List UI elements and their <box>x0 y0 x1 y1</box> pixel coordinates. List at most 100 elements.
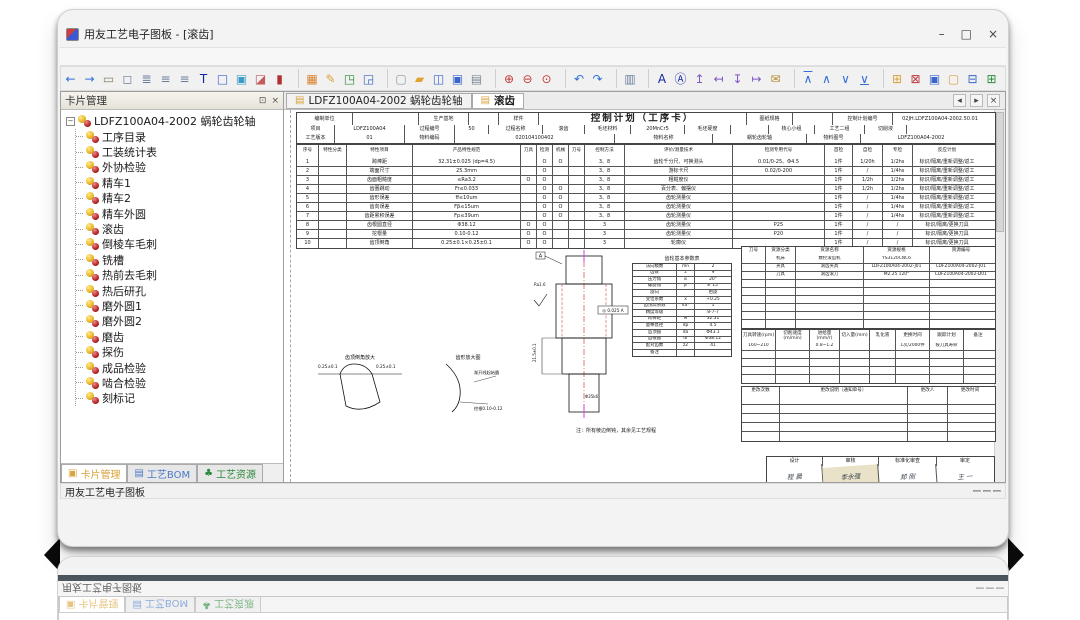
close-button[interactable]: × <box>988 27 998 41</box>
cell <box>319 230 347 238</box>
cell: 01 <box>335 134 405 143</box>
cell-icon[interactable]: □ <box>213 69 232 88</box>
insert-page-icon[interactable]: ▣ <box>925 69 944 88</box>
document-tab[interactable]: ▤ LDFZ100A04-2002 蜗轮齿轮轴 <box>286 93 472 109</box>
menu-item[interactable] <box>158 56 172 58</box>
menu-item[interactable] <box>60 56 74 58</box>
table-icon[interactable]: ▦ <box>298 69 321 88</box>
tree-item[interactable]: 磨外圆1 <box>76 298 283 313</box>
move-last-icon[interactable]: ∨ <box>855 69 874 88</box>
align-bottom-icon[interactable]: ≡ <box>175 69 194 88</box>
zoom-extents-icon[interactable]: ⊙ <box>537 69 556 88</box>
add-card-icon[interactable]: ⊞ <box>883 69 906 88</box>
tab-scroll-left-icon[interactable]: ◂ <box>953 94 966 107</box>
panel-close-icon[interactable]: × <box>271 96 279 106</box>
tree-item[interactable]: 热前去毛刺 <box>76 268 283 283</box>
eraser-icon[interactable]: ◪ <box>251 69 270 88</box>
tab-close-icon[interactable]: × <box>987 94 1000 107</box>
tree-item[interactable]: 倒棱车毛刺 <box>76 237 283 252</box>
text-align-bottom-icon[interactable]: ↧ <box>728 69 747 88</box>
tree-item[interactable]: 磨齿 <box>76 329 283 344</box>
zoom-in-icon[interactable]: ⊕ <box>495 69 518 88</box>
tree-item[interactable]: 精车2 <box>76 191 283 206</box>
zoom-out-icon[interactable]: ⊖ <box>518 69 537 88</box>
pin-icon[interactable]: ⊡ <box>259 96 267 106</box>
menu-item[interactable] <box>130 56 144 58</box>
tree-item[interactable]: 探伤 <box>76 344 283 359</box>
delete-page-icon[interactable]: ▢ <box>944 69 963 88</box>
text-icon[interactable]: T <box>194 69 213 88</box>
menu-item[interactable] <box>116 56 130 58</box>
tree-item[interactable]: 精车1 <box>76 175 283 190</box>
save-icon[interactable]: ◫ <box>429 69 448 88</box>
cell: 更改人 <box>908 387 948 396</box>
tree-root[interactable]: − LDFZ100A04-2002 蜗轮齿轮轴 <box>66 113 283 129</box>
font-icon[interactable]: A <box>648 69 671 88</box>
import-image-icon[interactable]: ◳ <box>340 69 359 88</box>
undo-icon[interactable]: ↶ <box>565 69 588 88</box>
cell <box>864 280 930 287</box>
document-tab[interactable]: ▤ 滚齿 <box>472 93 524 109</box>
zoom-window-icon[interactable]: ◻ <box>118 69 137 88</box>
tree-item[interactable]: 热后研孔 <box>76 283 283 298</box>
card-browse-icon[interactable]: ▥ <box>616 69 639 88</box>
tree-item[interactable]: 刻标记 <box>76 391 283 406</box>
delete-row-icon[interactable]: ⊟ <box>1001 69 1006 88</box>
align-top-icon[interactable]: ≣ <box>137 69 156 88</box>
menu-item[interactable] <box>144 56 158 58</box>
export-image-icon[interactable]: ◲ <box>359 69 378 88</box>
tree-item[interactable]: 滚齿 <box>76 221 283 236</box>
align-middle-icon[interactable]: ≡ <box>156 69 175 88</box>
tree-item[interactable]: 磨外圆2 <box>76 314 283 329</box>
tree-item[interactable]: 成品检验 <box>76 360 283 375</box>
collapse-icon[interactable]: − <box>66 117 75 126</box>
drawing-canvas[interactable]: 编制单位生产基地样件控制计划（工序卡）图纸规格控制计划编号02JH.LDFZ10… <box>284 110 1005 482</box>
panel-tab[interactable]: ▣ 卡片管理 <box>61 464 127 482</box>
move-down-icon[interactable]: ∨ <box>836 69 855 88</box>
panel-tab[interactable]: ▤ 工艺BOM <box>127 464 197 482</box>
menu-item[interactable] <box>102 56 116 58</box>
tree-item[interactable]: 外协检验 <box>76 160 283 175</box>
cell: P20 <box>733 230 825 238</box>
new-file-icon[interactable]: ▢ <box>387 69 410 88</box>
minimize-button[interactable]: – <box>939 27 945 41</box>
text-align-right-icon[interactable]: ↦ <box>747 69 766 88</box>
insert-row-icon[interactable]: ⊟ <box>963 69 982 88</box>
print-icon[interactable]: ▤ <box>467 69 486 88</box>
move-up-icon[interactable]: ∧ <box>817 69 836 88</box>
process-card-sheet[interactable]: 编制单位生产基地样件控制计划（工序卡）图纸规格控制计划编号02JH.LDFZ10… <box>296 112 998 482</box>
save-all-icon[interactable]: ▣ <box>448 69 467 88</box>
tree-item[interactable]: 啮合检验 <box>76 375 283 390</box>
comment-icon[interactable]: ✉ <box>766 69 785 88</box>
redo-icon[interactable]: ↷ <box>588 69 607 88</box>
cell: O <box>537 203 553 211</box>
tree-item[interactable]: 精车外圆 <box>76 206 283 221</box>
font-circle-icon[interactable]: Ⓐ <box>671 69 690 88</box>
menu-item[interactable] <box>74 56 88 58</box>
tree-item[interactable]: 工装统计表 <box>76 144 283 159</box>
cell: 齿轮测量仪 <box>625 230 733 238</box>
maximize-button[interactable]: □ <box>961 27 972 41</box>
text-align-left-icon[interactable]: ↤ <box>709 69 728 88</box>
cell: 挖根量 <box>347 230 413 238</box>
menu-item[interactable] <box>88 56 102 58</box>
edit-icon[interactable]: ✎ <box>321 69 340 88</box>
tree-item[interactable]: 铣槽 <box>76 252 283 267</box>
forward-icon[interactable]: → <box>80 69 99 88</box>
image-icon[interactable]: ▣ <box>232 69 251 88</box>
cell: 齿轮测量仪 <box>625 203 733 211</box>
append-row-icon[interactable]: ⊞ <box>982 69 1001 88</box>
pan-icon[interactable]: ▭ <box>99 69 118 88</box>
panel-tab[interactable]: ♣ 工艺资源 <box>197 464 263 482</box>
move-first-icon[interactable]: ∧ <box>794 69 817 88</box>
tab-scroll-right-icon[interactable]: ▸ <box>970 94 983 107</box>
open-file-icon[interactable]: ▰ <box>410 69 429 88</box>
fill-icon[interactable]: ▮ <box>270 69 289 88</box>
cell: 更改时间 <box>948 387 992 396</box>
back-icon[interactable]: ← <box>61 69 80 88</box>
delete-card-icon[interactable]: ⊠ <box>906 69 925 88</box>
cell <box>569 185 585 193</box>
cell <box>810 375 840 383</box>
text-align-top-icon[interactable]: ↥ <box>690 69 709 88</box>
tree-item[interactable]: 工序目录 <box>76 129 283 144</box>
